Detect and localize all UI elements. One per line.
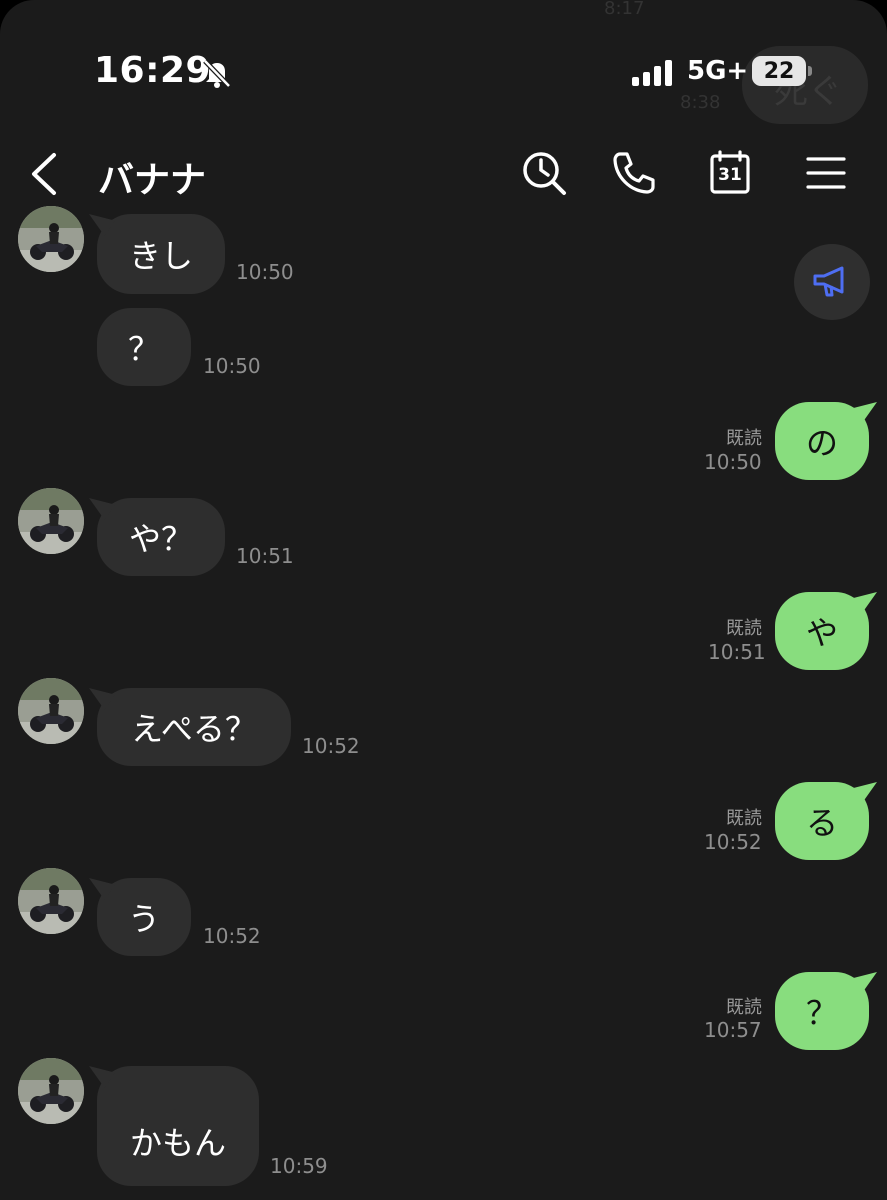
avatar[interactable] <box>18 868 84 934</box>
message-time: 10:57 <box>704 1018 762 1042</box>
megaphone-icon <box>813 266 844 297</box>
avatar-photo <box>18 206 84 272</box>
calendar-day: 31 <box>718 165 742 185</box>
chat-screen: 8:17 死ぐ 8:38 16:29 5G+ 22 バナナ 31 きし 10:5… <box>0 0 887 1200</box>
avatar-photo <box>18 678 84 744</box>
message-text: や？ <box>128 520 193 558</box>
message-bubble-incoming[interactable]: えぺる？ <box>89 688 291 766</box>
chat-title[interactable]: バナナ <box>98 151 206 203</box>
battery-level: 22 <box>763 59 795 84</box>
network-label: 5G+ <box>687 56 749 86</box>
bubble-tail <box>89 878 115 900</box>
bell-slash-icon <box>203 59 231 88</box>
avatar[interactable] <box>18 1058 84 1124</box>
message-text: えぺる？ <box>131 710 257 748</box>
message-text: の <box>805 424 838 462</box>
back-chevron-icon[interactable] <box>22 149 66 199</box>
read-receipt: 既読 <box>726 997 762 1018</box>
avatar[interactable] <box>18 678 84 744</box>
message-bubble-incoming[interactable]: きし <box>89 214 225 294</box>
message-text: う <box>127 900 160 938</box>
message-bubble-outgoing[interactable]: ？ <box>775 972 877 1050</box>
message-text: ？ <box>127 330 160 368</box>
avatar-photo <box>18 488 84 554</box>
message-text: かもん <box>129 1124 226 1162</box>
avatar-photo <box>18 868 84 934</box>
read-receipt: 既読 <box>726 428 762 449</box>
chat-header: バナナ 31 <box>0 135 887 215</box>
hamburger-menu-icon[interactable] <box>802 149 850 197</box>
ghost-time: 8:38 <box>680 92 721 113</box>
battery-icon: 22 <box>752 56 812 86</box>
calendar-icon[interactable]: 31 <box>706 149 754 197</box>
bubble-tail <box>851 782 877 804</box>
bubble-tail <box>851 592 877 614</box>
bubble-tail <box>89 688 115 710</box>
read-receipt: 既読 <box>726 808 762 829</box>
message-text: る <box>805 804 838 842</box>
message-time: 10:50 <box>203 354 261 378</box>
search-history-icon[interactable] <box>520 149 568 197</box>
bubble-tail <box>89 1066 115 1088</box>
phone-icon[interactable] <box>610 149 658 197</box>
message-bubble-outgoing[interactable]: る <box>775 782 877 860</box>
status-time: 16:29 <box>94 50 212 91</box>
message-bubble-outgoing[interactable]: や <box>775 592 877 670</box>
message-bubble-incoming[interactable]: や？ <box>89 498 225 576</box>
message-time: 10:59 <box>270 1154 328 1178</box>
message-bubble-incoming[interactable]: ？ <box>97 308 191 386</box>
message-text: ？ <box>805 994 838 1032</box>
bubble-tail <box>851 972 877 994</box>
signal-icon <box>632 60 672 86</box>
message-time: 10:52 <box>203 924 261 948</box>
ghost-time: 8:17 <box>604 0 645 19</box>
read-receipt: 既読 <box>726 618 762 639</box>
avatar-photo <box>18 1058 84 1124</box>
message-time: 10:51 <box>236 544 294 568</box>
message-text: や <box>805 614 838 652</box>
bubble-tail <box>851 402 877 424</box>
message-time: 10:50 <box>704 450 762 474</box>
avatar[interactable] <box>18 206 84 272</box>
announcement-button[interactable] <box>794 244 870 320</box>
message-bubble-outgoing[interactable]: の <box>775 402 877 480</box>
message-time: 10:52 <box>302 734 360 758</box>
message-text: きし <box>128 237 193 275</box>
avatar[interactable] <box>18 488 84 554</box>
battery-tip <box>808 66 812 76</box>
message-time: 10:50 <box>236 260 294 284</box>
message-time: 10:51 <box>708 640 766 664</box>
bubble-tail <box>89 498 115 520</box>
bubble-tail <box>89 214 115 236</box>
message-bubble-incoming[interactable]: かもん <box>89 1066 259 1186</box>
message-bubble-incoming[interactable]: う <box>89 878 191 956</box>
message-time: 10:52 <box>704 830 762 854</box>
